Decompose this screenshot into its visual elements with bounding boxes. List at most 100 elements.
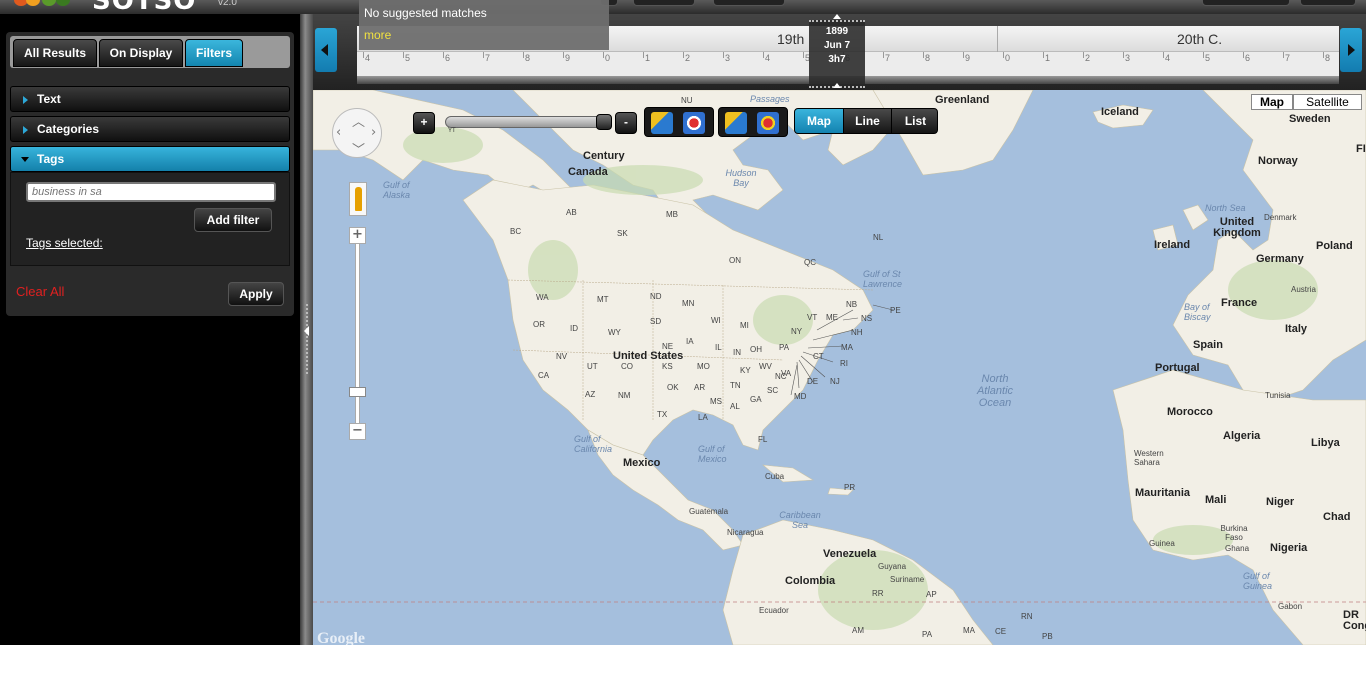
timeline-next-button[interactable] [1340,28,1362,72]
view-mode-switch: Map Line List [794,108,938,134]
timeline-zoom-in-button[interactable]: + [413,112,435,134]
top-button-2[interactable] [713,0,785,6]
map-label: DR Cong [1343,609,1366,632]
map-label: Ecuador [759,606,789,615]
map-zoom-in-button[interactable]: + [349,227,366,244]
add-filter-button[interactable]: Add filter [194,208,272,232]
map-label: CE [995,627,1007,636]
map-label: Norway [1258,155,1298,167]
map-label: NY [791,327,803,336]
map-label: ND [650,292,662,301]
view-line-button[interactable]: Line [843,109,891,133]
map-label: Caribbean Sea [779,510,821,530]
map-label: RR [872,589,884,598]
map-label: Nicaragua [727,528,764,537]
slider-label: YT [448,128,456,134]
year-tick-label: 5 [1205,53,1211,63]
map-label: PA [922,630,933,639]
tags-selected-link[interactable]: Tags selected: [26,236,103,250]
map-label: SC [767,386,779,395]
map-label: Gulf of California [574,434,613,454]
collapse-left-icon[interactable] [304,326,309,336]
map-canvas[interactable]: Greenland Iceland Sweden Norway United K… [313,90,1366,645]
layer-icon[interactable] [725,112,747,134]
map-label: MT [597,295,609,304]
year-tick [1003,52,1004,58]
timeline-current-marker[interactable]: 1899 Jun 7 3h7 [809,14,865,88]
year-tick-label: 4 [765,53,771,63]
section-categories[interactable]: Categories [10,116,290,142]
tab-on-display[interactable]: On Display [99,39,183,67]
section-tags[interactable]: Tags [10,146,290,172]
map-label: RI [840,359,848,368]
view-list-button[interactable]: List [891,109,937,133]
map-type-map-button[interactable]: Map [1251,94,1293,110]
map-label: VA [781,369,792,378]
panel-splitter[interactable] [300,14,313,645]
map-label: Canada [568,166,608,178]
map-label: MA [963,626,975,635]
timeline-prev-button[interactable] [315,28,337,72]
map-label: SK [617,229,628,238]
map-zoom-track[interactable] [355,235,360,430]
pan-up-icon[interactable]: ︿ [352,111,365,130]
top-button-1[interactable] [633,0,695,6]
top-button-4[interactable] [1300,0,1356,6]
map-label: KS [662,362,673,371]
google-watermark: Google [317,630,365,645]
timeline-zoom-out-button[interactable]: - [615,112,637,134]
tag-search-input[interactable] [26,182,276,202]
street-view-pegman-icon[interactable] [349,182,367,216]
year-tick [1203,52,1204,58]
slider-knob[interactable] [596,114,612,130]
map-label: CT [813,352,824,361]
tab-all-results[interactable]: All Results [13,39,97,67]
map-label: NE [662,342,674,351]
map-label: Passages [750,94,790,104]
apply-button[interactable]: Apply [228,282,284,306]
more-link[interactable]: more [364,28,391,42]
map-label: MO [697,362,710,371]
map-zoom-out-button[interactable]: − [349,423,366,440]
year-tick-label: 6 [445,53,451,63]
view-map-button[interactable]: Map [795,109,843,133]
map-label: TX [657,410,668,419]
map-label: NJ [830,377,840,386]
sidebar-tabs: All Results On Display Filters [10,36,290,68]
filter-panel: All Results On Display Filters Text Cate… [6,32,294,316]
map-label: MI [740,321,749,330]
map-pan-control[interactable]: ︿ ‹ › ﹀ [332,108,382,158]
map-label: NM [618,391,631,400]
section-tags-label: Tags [37,152,65,166]
year-tick-label: 1 [1045,53,1051,63]
map-zoom-thumb[interactable] [349,387,366,397]
marker-date: Jun 7 [823,40,851,51]
top-button-3[interactable] [1202,0,1290,6]
splitter-grip [306,304,308,374]
pan-down-icon[interactable]: ﹀ [352,139,365,158]
layer-numbered-icon[interactable] [651,112,673,134]
year-tick-label: 3 [1125,53,1131,63]
map-label: Hudson Bay [725,168,757,188]
tab-filters[interactable]: Filters [185,39,243,67]
year-tick [723,52,724,58]
year-tick [763,52,764,58]
pan-right-icon[interactable]: › [371,125,376,140]
clear-all-link[interactable]: Clear All [16,284,64,299]
map-type-satellite-button[interactable]: Satellite [1293,94,1362,110]
target-icon[interactable] [683,112,705,134]
pan-left-icon[interactable]: ‹ [336,125,341,140]
map-label: Guinea [1149,539,1175,548]
section-text[interactable]: Text [10,86,290,112]
map-label: Burkina Faso [1220,524,1248,542]
map-label: Bay of Biscay [1184,302,1211,322]
map-label: Sweden [1289,113,1331,125]
year-tick [923,52,924,58]
timeline-zoom-slider[interactable]: YT [445,114,612,134]
year-tick [443,52,444,58]
target-alt-icon[interactable] [757,112,779,134]
map-label: PA [779,343,790,352]
year-tick [963,52,964,58]
year-tick [1283,52,1284,58]
year-tick [683,52,684,58]
